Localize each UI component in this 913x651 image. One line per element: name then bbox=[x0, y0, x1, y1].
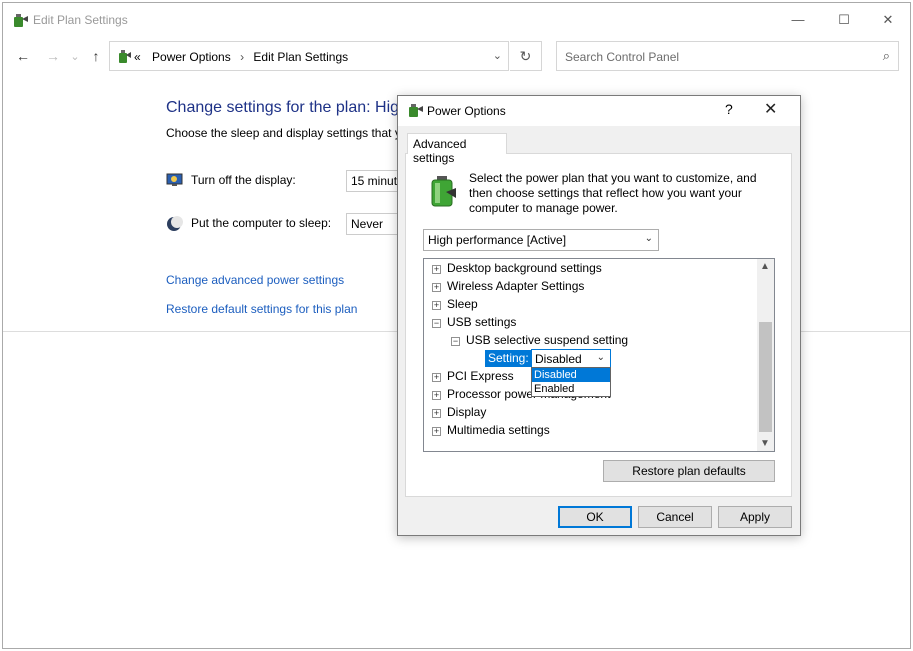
battery-icon bbox=[428, 174, 458, 211]
tree-scrollbar[interactable]: ▲ ▼ bbox=[757, 259, 774, 451]
up-button[interactable]: ↑ bbox=[86, 45, 106, 67]
expand-icon[interactable]: + bbox=[432, 283, 441, 292]
tree-item-label: Multimedia settings bbox=[447, 423, 550, 437]
scrollbar-thumb[interactable] bbox=[759, 322, 772, 432]
tree-item-label: Wireless Adapter Settings bbox=[447, 279, 585, 293]
intro-text: Select the power plan that you want to c… bbox=[469, 171, 757, 215]
search-placeholder: Search Control Panel bbox=[565, 50, 680, 64]
minimize-button[interactable]: — bbox=[775, 3, 821, 36]
help-button[interactable]: ? bbox=[725, 101, 733, 117]
refresh-button[interactable]: ↻ bbox=[510, 41, 542, 71]
tree-item-label: USB selective suspend setting bbox=[466, 333, 629, 347]
close-button[interactable]: ✕ bbox=[865, 3, 911, 36]
breadcrumb-overflow[interactable]: « bbox=[134, 50, 141, 64]
back-button[interactable]: ← bbox=[13, 45, 33, 67]
display-setting-label: Turn off the display: bbox=[191, 173, 296, 187]
scroll-down-icon[interactable]: ▼ bbox=[760, 438, 770, 449]
expand-icon[interactable]: + bbox=[432, 301, 441, 310]
setting-value: Disabled bbox=[535, 352, 582, 366]
power-options-dialog: Power Options ? ✕ Advanced settings Sele… bbox=[397, 95, 801, 536]
power-plan-select[interactable]: High performance [Active] ⌄ bbox=[423, 229, 659, 251]
collapse-icon[interactable]: − bbox=[451, 337, 460, 346]
moon-icon bbox=[166, 215, 184, 236]
dialog-title: Power Options bbox=[427, 104, 506, 118]
chevron-down-icon: ⌄ bbox=[644, 233, 653, 244]
restore-defaults-link[interactable]: Restore default settings for this plan bbox=[166, 302, 357, 316]
scroll-up-icon[interactable]: ▲ bbox=[760, 261, 770, 272]
restore-plan-defaults-button[interactable]: Restore plan defaults bbox=[603, 460, 775, 482]
maximize-button[interactable]: ☐ bbox=[821, 3, 867, 36]
search-icon[interactable]: ⌕ bbox=[883, 48, 890, 64]
setting-options-list: Disabled Enabled bbox=[531, 367, 611, 397]
expand-icon[interactable]: + bbox=[432, 409, 441, 418]
expand-icon[interactable]: + bbox=[432, 265, 441, 274]
tree-item-label: Desktop background settings bbox=[447, 261, 602, 275]
tree-item-label: PCI Express bbox=[447, 369, 514, 383]
expand-icon[interactable]: + bbox=[432, 427, 441, 436]
advanced-settings-panel: Select the power plan that you want to c… bbox=[405, 153, 792, 497]
page-subtitle: Choose the sleep and display settings th… bbox=[166, 126, 401, 140]
refresh-icon: ↻ bbox=[519, 47, 532, 64]
ok-button[interactable]: OK bbox=[558, 506, 632, 528]
power-options-icon bbox=[406, 102, 424, 121]
power-plan-value: High performance [Active] bbox=[428, 233, 567, 247]
setting-value-select[interactable]: Disabled ⌄ bbox=[531, 349, 611, 368]
tab-advanced-settings[interactable]: Advanced settings bbox=[407, 133, 507, 165]
display-icon bbox=[166, 172, 184, 191]
breadcrumb-power-options[interactable]: Power Options bbox=[152, 50, 231, 64]
apply-button[interactable]: Apply bbox=[718, 506, 792, 528]
navigation-bar: ← → ⌄ ↑ « Power Options › Edit Plan Sett… bbox=[3, 41, 910, 71]
address-dropdown-icon[interactable]: ⌄ bbox=[493, 49, 502, 62]
address-bar[interactable]: « Power Options › Edit Plan Settings ⌄ bbox=[109, 41, 509, 71]
tree-item-label: USB settings bbox=[447, 315, 517, 329]
settings-tree: + Desktop background settings + Wireless… bbox=[423, 258, 775, 452]
chevron-down-icon: ⌄ bbox=[596, 352, 605, 363]
sleep-setting-label: Put the computer to sleep: bbox=[191, 216, 332, 230]
control-panel-icon bbox=[116, 48, 132, 67]
tree-item-label: Sleep bbox=[447, 297, 478, 311]
dialog-title-bar: Power Options ? ✕ bbox=[398, 96, 800, 126]
dialog-close-button[interactable]: ✕ bbox=[764, 99, 777, 119]
tree-item-label: Display bbox=[447, 405, 487, 419]
setting-label: Setting: bbox=[485, 350, 532, 367]
title-bar: Edit Plan Settings — ☐ ✕ bbox=[3, 3, 910, 36]
page-title: Change settings for the plan: High bbox=[166, 99, 408, 116]
recent-locations-button[interactable]: ⌄ bbox=[65, 45, 85, 67]
option-disabled[interactable]: Disabled bbox=[532, 368, 610, 382]
window-title: Edit Plan Settings bbox=[33, 13, 128, 27]
power-options-icon bbox=[11, 12, 29, 31]
breadcrumb-separator: › bbox=[240, 50, 245, 64]
expand-icon[interactable]: + bbox=[432, 391, 441, 400]
option-enabled[interactable]: Enabled bbox=[532, 382, 610, 396]
change-advanced-link[interactable]: Change advanced power settings bbox=[166, 273, 344, 287]
cancel-button[interactable]: Cancel bbox=[638, 506, 712, 528]
breadcrumb-edit-plan-settings[interactable]: Edit Plan Settings bbox=[253, 50, 348, 64]
breadcrumb: « Power Options › Edit Plan Settings bbox=[134, 50, 348, 64]
collapse-icon[interactable]: − bbox=[432, 319, 441, 328]
expand-icon[interactable]: + bbox=[432, 373, 441, 382]
forward-button[interactable]: → bbox=[43, 45, 63, 67]
search-input[interactable]: Search Control Panel ⌕ bbox=[556, 41, 899, 71]
